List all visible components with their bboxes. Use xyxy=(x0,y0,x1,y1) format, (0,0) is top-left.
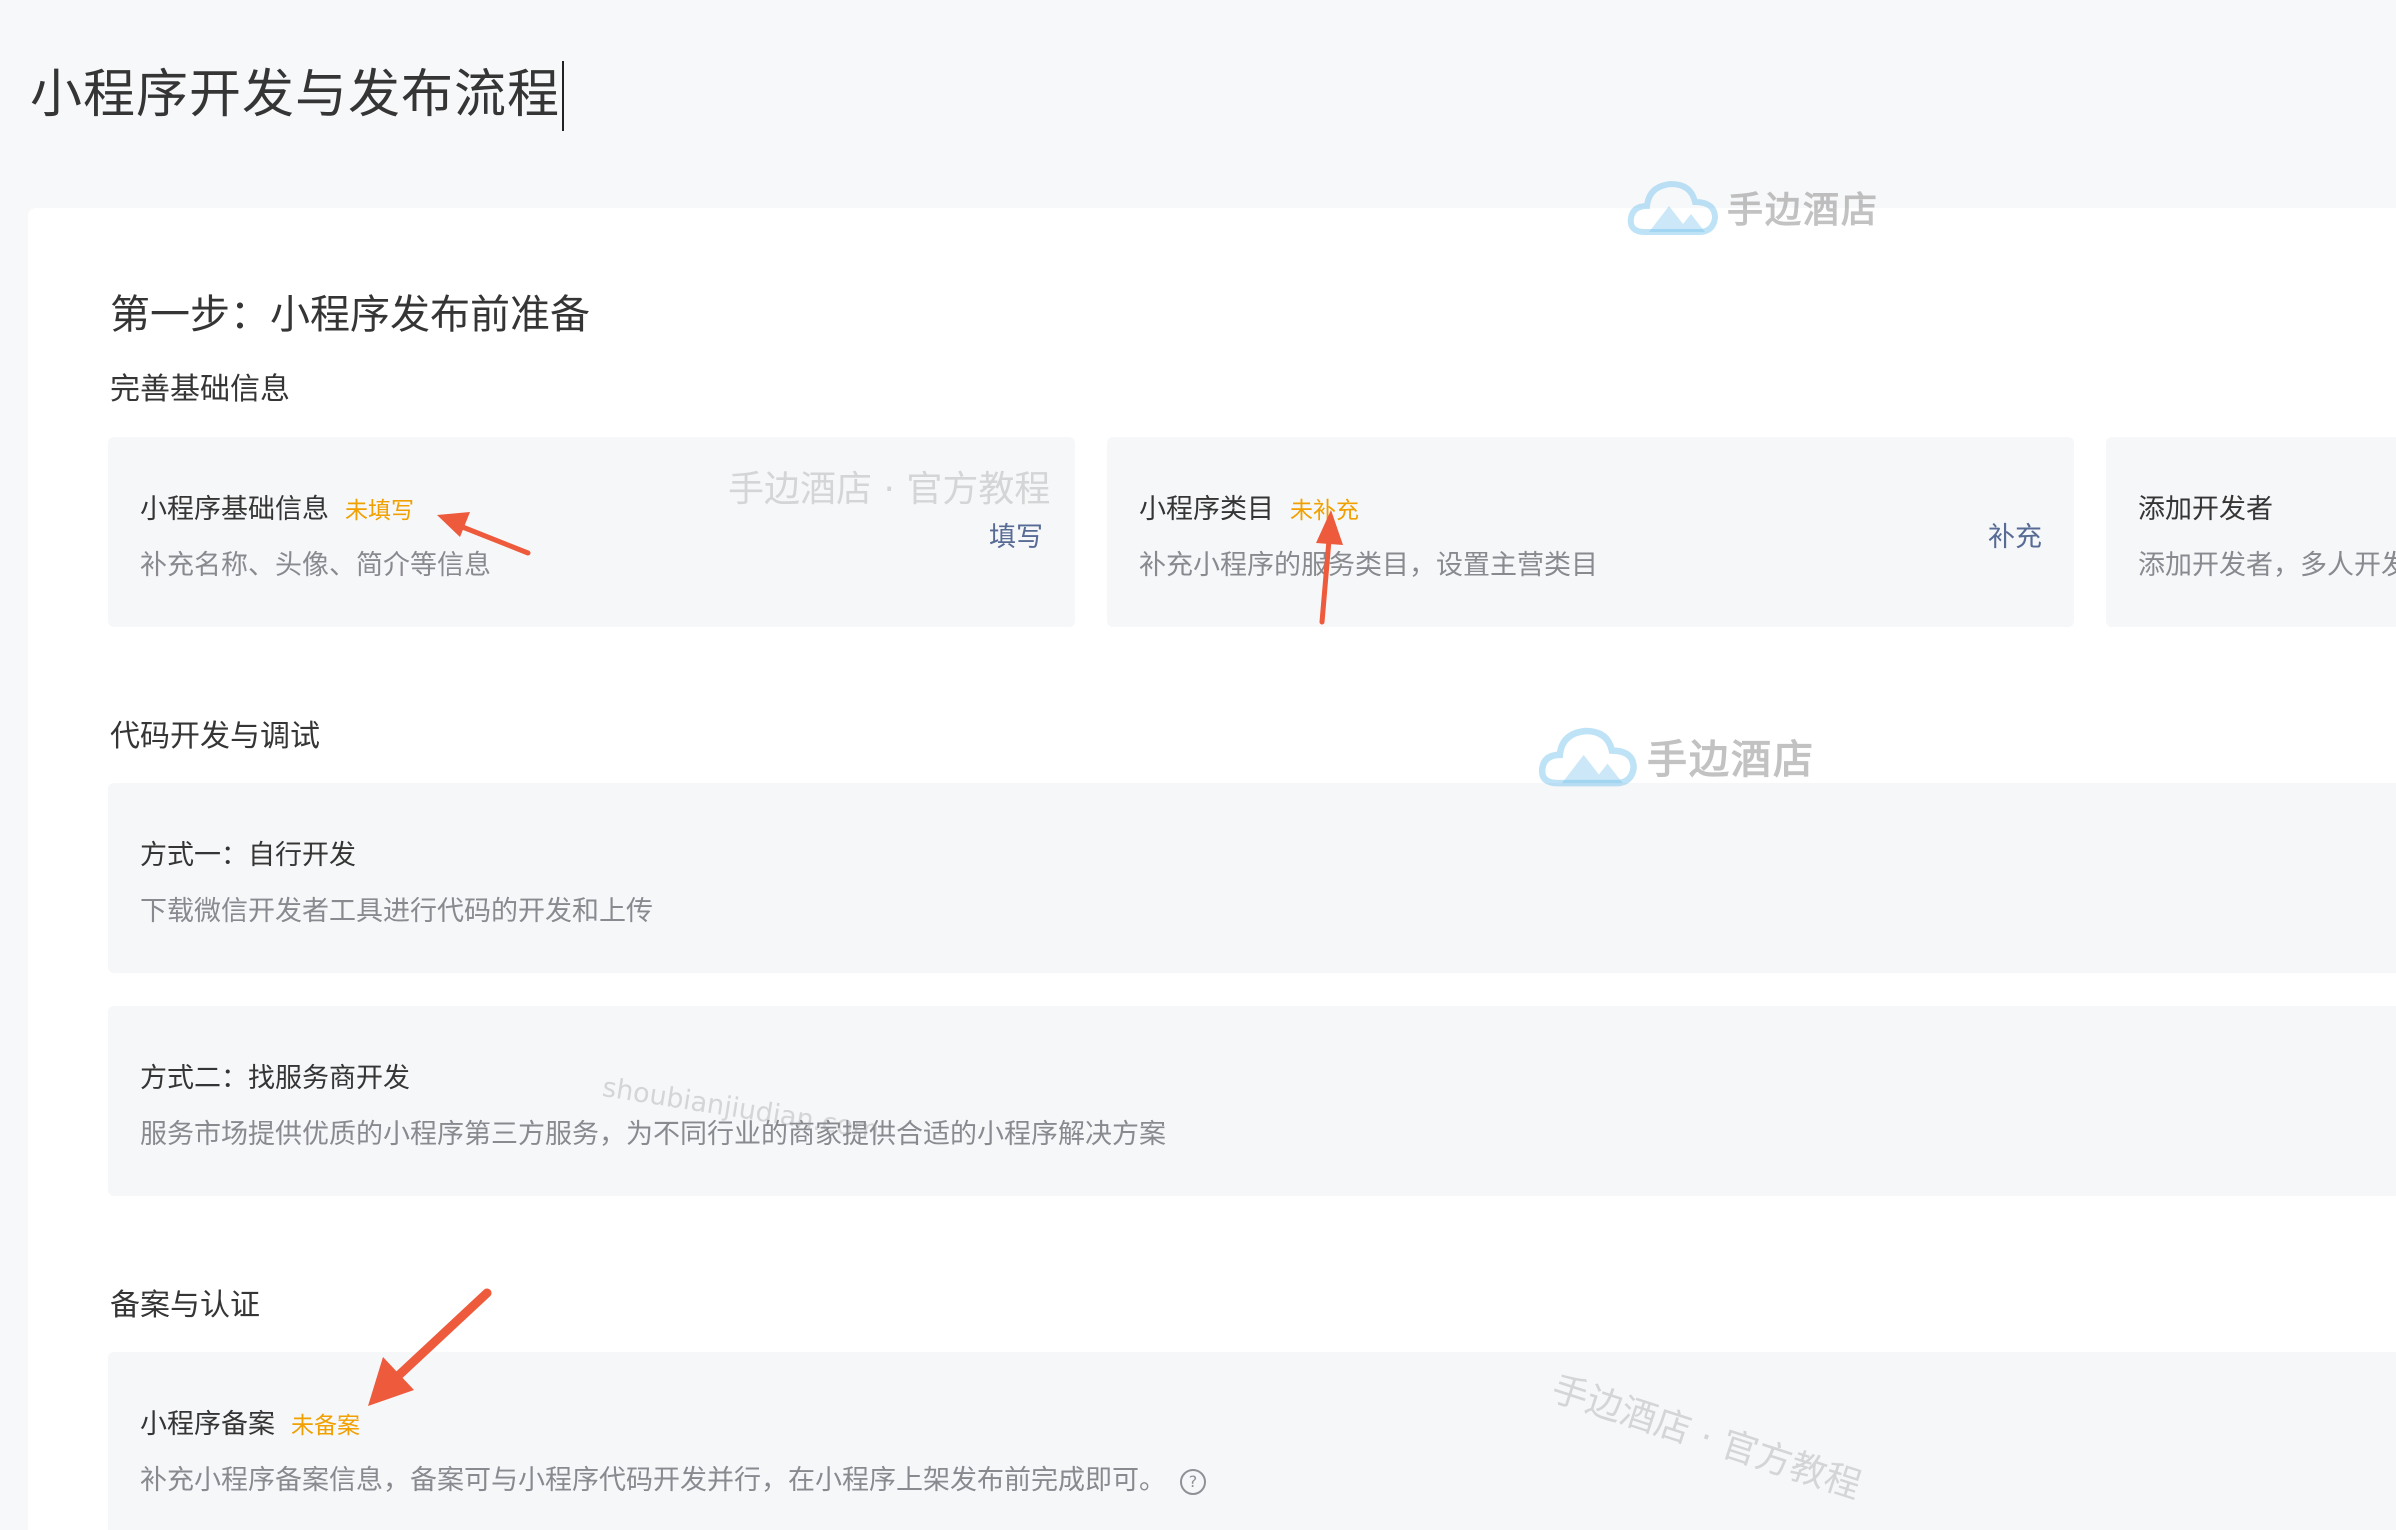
category-status-badge: 未补充 xyxy=(1290,498,1359,524)
record-card[interactable]: 小程序备案 未备案 补充小程序备案信息，备案可与小程序代码开发并行，在小程序上架发… xyxy=(108,1352,2396,1530)
dev-method-provider-card[interactable]: 方式二：找服务商开发 服务市场提供优质的小程序第三方服务，为不同行业的商家提供合… xyxy=(108,1006,2396,1196)
category-card-desc: 补充小程序的服务类目，设置主营类目 xyxy=(1139,550,1598,581)
question-circle-icon[interactable]: ? xyxy=(1180,1468,1206,1495)
section-title-code-dev: 代码开发与调试 xyxy=(110,719,320,754)
page-title[interactable]: 小程序开发与发布流程 xyxy=(30,52,565,133)
basic-info-card-title: 小程序基础信息 xyxy=(140,494,329,525)
record-card-title: 小程序备案 xyxy=(140,1409,275,1440)
fill-in-button[interactable]: 填写 xyxy=(989,515,1043,554)
section-title-record-auth: 备案与认证 xyxy=(110,1288,260,1323)
step-title: 第一步：小程序发布前准备 xyxy=(110,292,590,338)
dev-method-provider-desc: 服务市场提供优质的小程序第三方服务，为不同行业的商家提供合适的小程序解决方案 xyxy=(140,1119,1166,1150)
basic-info-status-badge: 未填写 xyxy=(345,498,414,524)
record-card-desc: 补充小程序备案信息，备案可与小程序代码开发并行，在小程序上架发布前完成即可。 xyxy=(140,1465,1166,1496)
supplement-button[interactable]: 补充 xyxy=(1988,515,2042,554)
record-card-title-row: 小程序备案 未备案 xyxy=(140,1402,360,1441)
page-title-text: 小程序开发与发布流程 xyxy=(30,65,561,125)
category-card-title: 小程序类目 xyxy=(1139,494,1274,525)
add-developer-card[interactable]: 添加开发者 添加开发者，多人开发 xyxy=(2106,437,2396,627)
text-caret xyxy=(562,61,565,131)
section-title-basic-info: 完善基础信息 xyxy=(110,372,290,407)
dev-method-self-desc: 下载微信开发者工具进行代码的开发和上传 xyxy=(140,896,653,927)
dev-method-self-title: 方式一：自行开发 xyxy=(140,840,356,871)
record-status-badge: 未备案 xyxy=(291,1413,360,1439)
dev-method-provider-title: 方式二：找服务商开发 xyxy=(140,1063,410,1094)
dev-method-self-card[interactable]: 方式一：自行开发 下载微信开发者工具进行代码的开发和上传 xyxy=(108,783,2396,973)
basic-info-card: 小程序基础信息 未填写 补充名称、头像、简介等信息 填写 xyxy=(108,437,1075,627)
add-developer-card-desc: 添加开发者，多人开发 xyxy=(2138,550,2396,581)
record-card-desc-row: 补充小程序备案信息，备案可与小程序代码开发并行，在小程序上架发布前完成即可。? xyxy=(140,1458,1206,1497)
add-developer-card-title: 添加开发者 xyxy=(2138,494,2273,525)
category-card: 小程序类目 未补充 补充小程序的服务类目，设置主营类目 补充 xyxy=(1107,437,2074,627)
basic-info-card-desc: 补充名称、头像、简介等信息 xyxy=(140,550,491,581)
basic-info-card-title-row: 小程序基础信息 未填写 xyxy=(140,487,414,526)
category-card-title-row: 小程序类目 未补充 xyxy=(1139,487,1359,526)
